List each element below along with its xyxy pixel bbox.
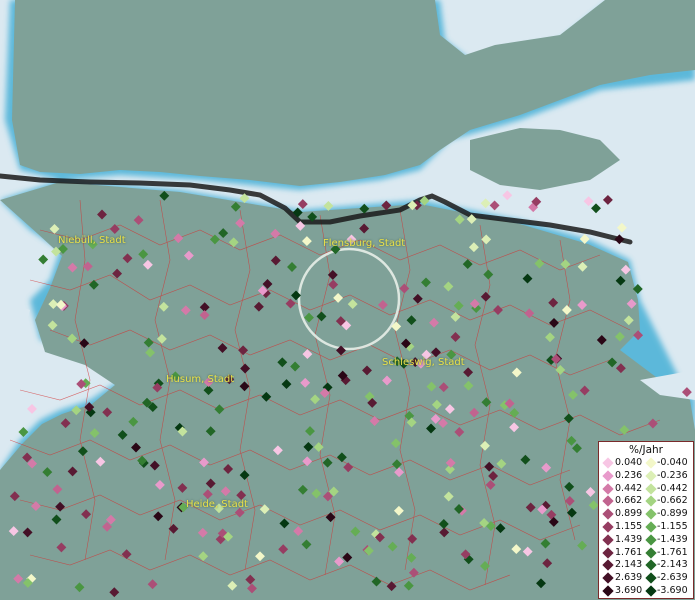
legend-row: 0.442 -0.442 bbox=[599, 483, 693, 495]
map-canvas[interactable] bbox=[0, 0, 695, 600]
legend-row: 0.040 -0.040 bbox=[599, 457, 693, 469]
legend-value-negative: -0.662 bbox=[657, 495, 688, 507]
municipality-marker[interactable] bbox=[502, 190, 513, 201]
municipality-marker[interactable] bbox=[583, 196, 594, 207]
legend-value-negative: -1.761 bbox=[657, 546, 688, 558]
municipality-marker[interactable] bbox=[27, 403, 37, 414]
legend-value-positive: 1.761 bbox=[615, 546, 643, 558]
legend-swatch-negative bbox=[645, 546, 657, 559]
map-view[interactable]: Niebüll, Stadt Flensburg, Stadt Schleswi… bbox=[0, 0, 695, 600]
place-label-niebuell: Niebüll, Stadt bbox=[58, 235, 126, 246]
legend-row: 2.143 -2.143 bbox=[599, 559, 693, 572]
legend-swatch-positive bbox=[602, 457, 614, 469]
legend-value-negative: -2.143 bbox=[657, 559, 688, 571]
legend-value-positive: 0.662 bbox=[615, 495, 643, 507]
legend-value-positive: 2.639 bbox=[615, 572, 643, 584]
legend-value-negative: -0.040 bbox=[657, 457, 688, 468]
legend-swatch-positive bbox=[602, 546, 614, 559]
place-label-schleswig: Schleswig, Stadt bbox=[382, 357, 465, 368]
place-label-heide: Heide, Stadt bbox=[186, 499, 248, 510]
legend-value-negative: -3.690 bbox=[657, 585, 688, 596]
legend-value-positive: 0.442 bbox=[615, 482, 643, 494]
legend-value-positive: 3.690 bbox=[615, 585, 643, 596]
legend-swatch-positive bbox=[602, 559, 614, 572]
legend-row: 1.439 -1.439 bbox=[599, 534, 693, 546]
legend-value-positive: 2.143 bbox=[615, 559, 643, 571]
legend-value-positive: 0.899 bbox=[615, 508, 643, 520]
legend-swatch-positive bbox=[602, 585, 614, 597]
legend-row: 0.236 -0.236 bbox=[599, 470, 693, 482]
legend-swatch-negative bbox=[645, 559, 657, 572]
legend: %/Jahr 0.040 -0.040 0.236 -0.236 0.442 -0.442… bbox=[598, 441, 694, 599]
municipality-marker[interactable] bbox=[489, 200, 500, 211]
municipality-marker[interactable] bbox=[480, 198, 491, 209]
legend-swatch-negative bbox=[645, 508, 657, 520]
legend-value-positive: 1.155 bbox=[615, 521, 643, 532]
legend-row: 0.899 -0.899 bbox=[599, 508, 693, 520]
legend-value-positive: 1.439 bbox=[615, 533, 643, 545]
legend-row: 1.761 -1.761 bbox=[599, 547, 693, 559]
place-label-husum: Husum, Stadt bbox=[166, 374, 235, 385]
legend-swatch-negative bbox=[645, 534, 657, 546]
legend-value-positive: 0.236 bbox=[615, 469, 643, 481]
legend-swatch-positive bbox=[602, 508, 614, 520]
legend-swatch-positive bbox=[602, 534, 614, 546]
legend-swatch-positive bbox=[602, 482, 614, 495]
legend-swatch-negative bbox=[645, 457, 657, 469]
legend-swatch-positive bbox=[602, 572, 614, 584]
legend-value-negative: -0.899 bbox=[657, 508, 688, 520]
legend-swatch-negative bbox=[645, 572, 657, 584]
legend-row: 2.639 -2.639 bbox=[599, 572, 693, 584]
legend-value-negative: -0.442 bbox=[657, 482, 688, 494]
municipality-marker[interactable] bbox=[591, 203, 601, 214]
legend-row: 1.155 -1.155 bbox=[599, 521, 693, 533]
municipality-marker[interactable] bbox=[616, 222, 627, 233]
legend-swatch-negative bbox=[645, 482, 657, 495]
legend-swatch-positive bbox=[602, 521, 614, 533]
legend-swatch-negative bbox=[645, 521, 657, 533]
legend-swatch-negative bbox=[645, 585, 657, 597]
municipality-marker[interactable] bbox=[297, 199, 308, 210]
legend-value-positive: 0.040 bbox=[615, 457, 643, 468]
legend-swatch-positive bbox=[602, 495, 614, 508]
legend-row: 3.690 -3.690 bbox=[599, 585, 693, 597]
legend-row: 0.662 -0.662 bbox=[599, 495, 693, 508]
municipality-marker[interactable] bbox=[38, 254, 49, 265]
municipality-marker[interactable] bbox=[602, 194, 613, 205]
legend-swatch-negative bbox=[645, 495, 657, 508]
legend-swatch-positive bbox=[602, 470, 614, 482]
legend-swatch-negative bbox=[645, 470, 657, 482]
legend-value-negative: -1.439 bbox=[657, 533, 688, 545]
legend-value-negative: -0.236 bbox=[657, 469, 688, 481]
legend-title: %/Jahr bbox=[628, 444, 664, 456]
legend-value-negative: -2.639 bbox=[657, 572, 688, 584]
place-label-flensburg: Flensburg, Stadt bbox=[323, 238, 406, 249]
legend-value-negative: -1.155 bbox=[657, 521, 688, 532]
